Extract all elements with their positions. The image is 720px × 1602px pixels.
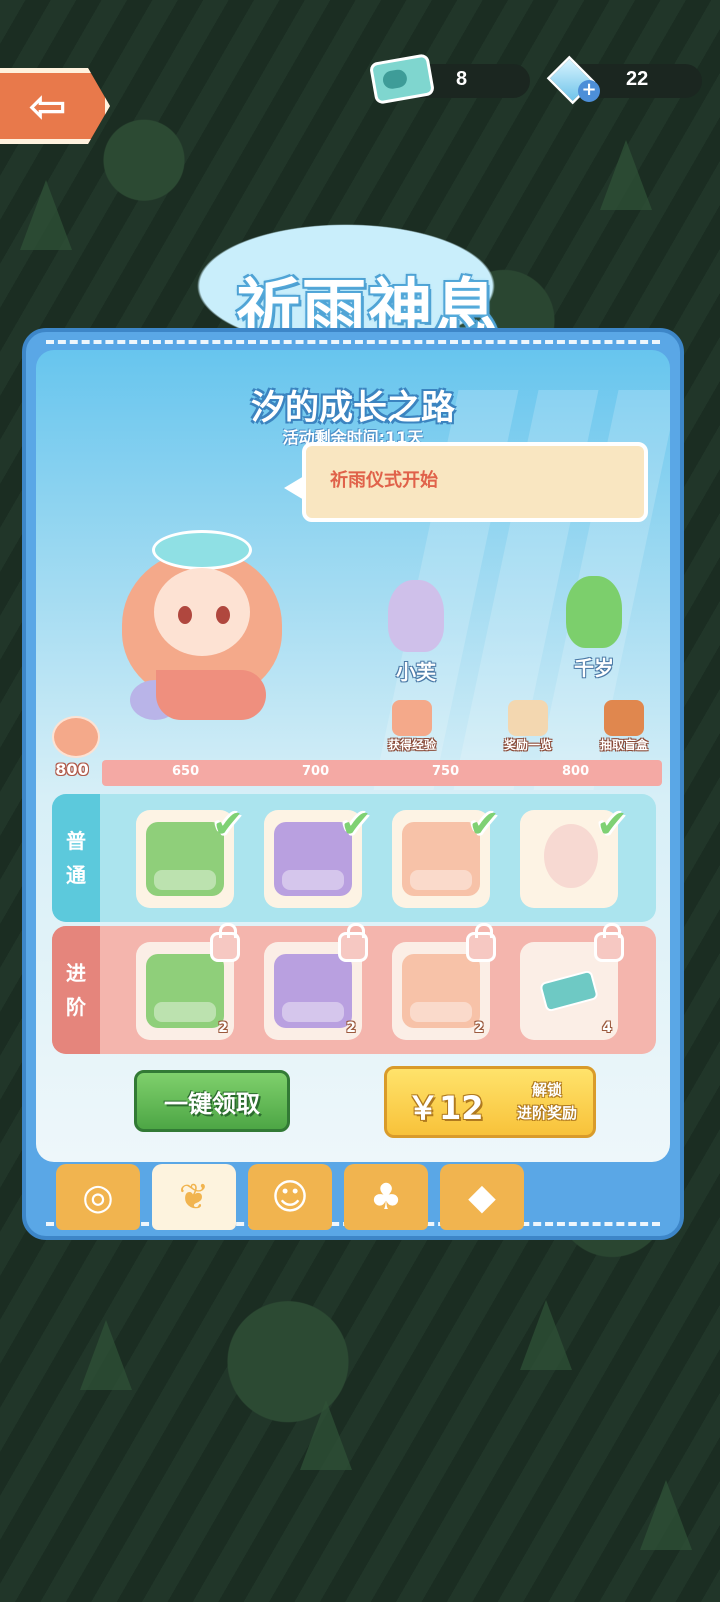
character-avatar xyxy=(388,580,444,652)
event-panel: 汐的成长之路 活动剩余时间:11天 祈雨仪式开始 小芙 千岁 获得经验 奖励一览… xyxy=(22,328,684,1240)
row-label-char: 普 xyxy=(66,829,86,853)
reward-quantity: 2 xyxy=(218,1020,228,1036)
speech-bubble: 祈雨仪式开始 xyxy=(284,442,648,522)
character-xiaofu[interactable]: 小芙 xyxy=(376,580,456,685)
speech-bubble-text: 祈雨仪式开始 xyxy=(330,470,438,491)
reward-slot[interactable]: 2 xyxy=(136,923,240,1040)
level-mark: 700 xyxy=(302,764,330,779)
reward-list-label: 奖励一览 xyxy=(503,738,552,752)
current-level-avatar xyxy=(52,716,100,758)
normal-reward-row: 普 通 ✔ ✔ ✔ ✔ xyxy=(52,794,656,922)
unlock-price: ￥12 xyxy=(407,1089,484,1127)
reward-quantity: 4 xyxy=(602,1020,612,1036)
panel-subtitle: 汐的成长之路 xyxy=(251,388,455,428)
gain-exp-button[interactable]: 获得经验 xyxy=(372,700,452,753)
blind-box-label: 抽取盲盒 xyxy=(599,738,648,752)
exp-up-icon xyxy=(392,700,432,736)
ticket-counter[interactable]: 8 xyxy=(368,53,530,105)
reward-slot[interactable]: 4 xyxy=(520,923,624,1040)
lock-icon xyxy=(210,923,240,962)
reward-slot[interactable]: 2 xyxy=(392,923,496,1040)
check-icon: ✔ xyxy=(212,802,244,846)
reward-list-icon xyxy=(508,700,548,736)
lock-icon xyxy=(594,923,624,962)
row-label-char: 进 xyxy=(66,961,86,985)
check-icon: ✔ xyxy=(468,802,500,846)
tab-tree[interactable]: ♣ xyxy=(344,1164,428,1230)
check-icon: ✔ xyxy=(340,802,372,846)
gift-box-icon xyxy=(146,954,224,1028)
tree-decoration xyxy=(520,1300,572,1370)
tab-leaf[interactable]: ❦ xyxy=(152,1164,236,1230)
mermaid-shell xyxy=(152,530,252,570)
unlock-label-line1: 解锁 xyxy=(531,1081,562,1099)
lock-icon xyxy=(338,923,368,962)
lock-icon xyxy=(466,923,496,962)
check-icon: ✔ xyxy=(596,802,628,846)
mermaid-eye xyxy=(216,606,230,624)
mermaid-tail xyxy=(156,670,266,720)
unlock-label-line2: 进阶奖励 xyxy=(516,1104,577,1122)
row-label-char: 通 xyxy=(66,863,86,887)
character-qiansui[interactable]: 千岁 xyxy=(554,576,634,681)
reward-slot[interactable]: ✔ xyxy=(136,802,244,908)
reward-quantity: 2 xyxy=(346,1020,356,1036)
advanced-row-label: 进 阶 xyxy=(52,926,100,1054)
level-mark: 650 xyxy=(172,764,200,779)
reward-slot[interactable]: 2 xyxy=(264,923,368,1040)
reward-slot[interactable]: ✔ xyxy=(392,802,500,908)
diamond-count: 22 xyxy=(626,68,649,90)
row-label-char: 阶 xyxy=(66,995,86,1019)
character-avatar xyxy=(566,576,622,648)
gift-box-icon xyxy=(274,954,352,1028)
egg-icon xyxy=(544,824,598,888)
tree-decoration xyxy=(80,1320,132,1390)
tree-icon: ♣ xyxy=(369,1176,403,1218)
reward-quantity: 2 xyxy=(474,1020,484,1036)
swirl-icon: ◎ xyxy=(82,1176,114,1218)
mermaid-eye xyxy=(178,606,192,624)
panel-content: 汐的成长之路 活动剩余时间:11天 祈雨仪式开始 小芙 千岁 获得经验 奖励一览… xyxy=(36,350,670,1162)
tree-decoration xyxy=(20,180,72,250)
level-mark: 750 xyxy=(432,764,460,779)
tree-decoration xyxy=(600,140,652,210)
cat-icon: ◆ xyxy=(468,1176,496,1218)
unlock-label: 解锁 进阶奖励 xyxy=(499,1079,595,1125)
claim-all-button[interactable]: 一键领取 xyxy=(134,1070,290,1132)
gain-exp-label: 获得经验 xyxy=(387,738,436,752)
tab-swirl[interactable]: ◎ xyxy=(56,1164,140,1230)
ticket-count: 8 xyxy=(456,68,468,90)
tree-decoration xyxy=(640,1480,692,1550)
friends-icon: ☺ xyxy=(271,1176,309,1218)
reward-slot[interactable]: ✔ xyxy=(264,802,372,908)
dashed-border xyxy=(46,340,660,344)
arrow-left-icon: ⇦ xyxy=(28,79,67,133)
reward-slot[interactable]: ✔ xyxy=(520,802,628,908)
blind-box-icon xyxy=(604,700,644,736)
character-name: 千岁 xyxy=(574,656,614,680)
tab-cat[interactable]: ◆ xyxy=(440,1164,524,1230)
level-mark: 800 xyxy=(562,764,590,779)
unlock-advanced-button[interactable]: ￥12 解锁 进阶奖励 xyxy=(384,1066,596,1138)
mermaid-face xyxy=(154,568,250,656)
ticket-icon xyxy=(368,53,436,105)
back-button[interactable]: ⇦ xyxy=(0,68,110,144)
tab-friends[interactable]: ☺ xyxy=(248,1164,332,1230)
level-track: 650 700 750 800 xyxy=(102,760,662,786)
gift-box-icon xyxy=(402,954,480,1028)
leaf-icon: ❦ xyxy=(178,1176,210,1218)
tree-decoration xyxy=(300,1400,352,1470)
mermaid-character[interactable] xyxy=(116,520,286,740)
character-name: 小芙 xyxy=(396,660,436,684)
current-level: 800 xyxy=(55,760,89,779)
ticket-icon xyxy=(539,969,599,1013)
plus-icon[interactable]: + xyxy=(578,80,600,102)
advanced-reward-row: 进 阶 2 2 2 4 xyxy=(52,923,656,1054)
normal-row-label: 普 通 xyxy=(52,794,100,922)
diamond-counter[interactable]: + 22 xyxy=(546,55,702,105)
blind-box-button[interactable]: 抽取盲盒 xyxy=(584,700,664,753)
reward-list-button[interactable]: 奖励一览 xyxy=(488,700,568,753)
